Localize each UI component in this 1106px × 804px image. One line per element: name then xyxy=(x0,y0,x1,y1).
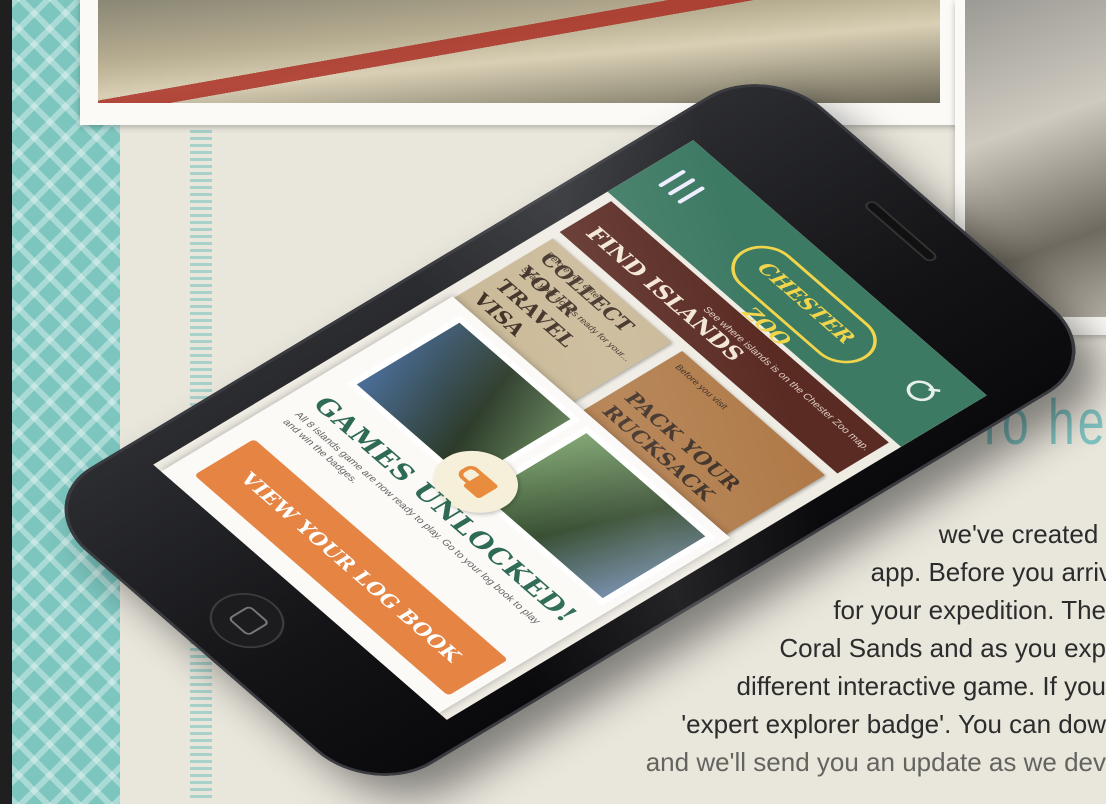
copy-line: 'expert explorer badge'. You can dow xyxy=(681,709,1106,739)
copy-line: different interactive game. If you xyxy=(736,671,1106,701)
hamburger-menu-icon[interactable] xyxy=(657,169,706,205)
copy-line: and we'll send you an update as we dev xyxy=(645,747,1106,777)
boat-photo xyxy=(80,0,960,125)
search-icon[interactable] xyxy=(900,376,941,406)
padlock-open-icon xyxy=(462,472,499,500)
